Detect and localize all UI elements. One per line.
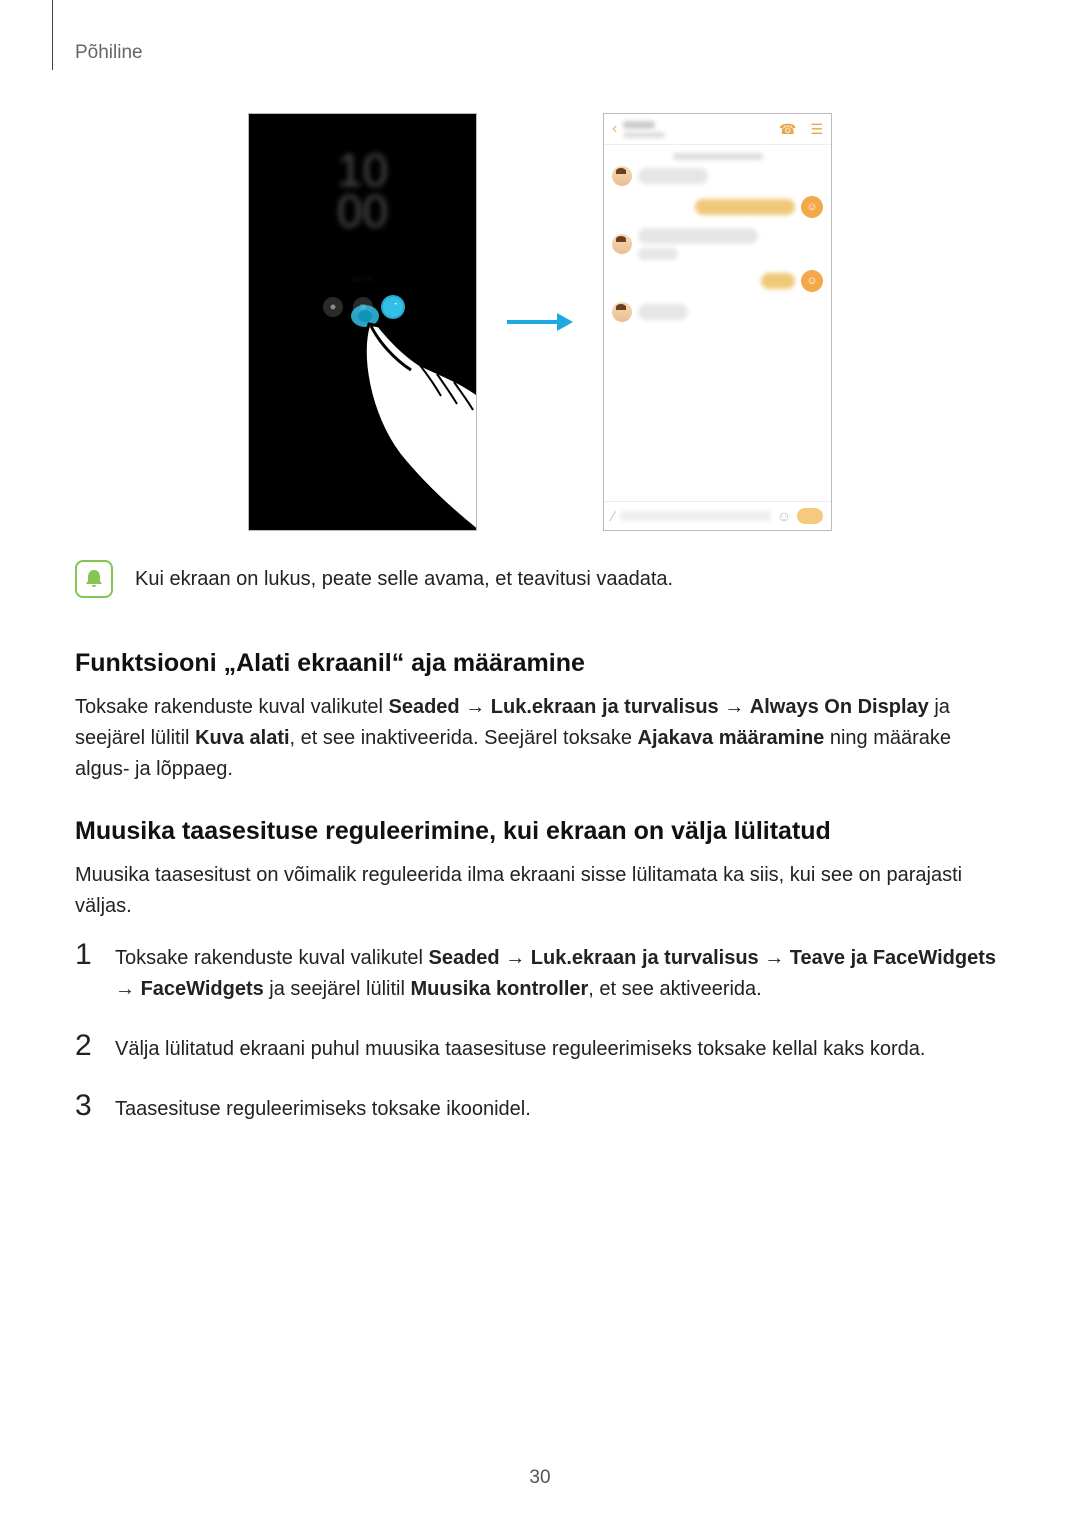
avatar [612,302,632,322]
input-placeholder [620,511,770,521]
message-in-3 [604,300,831,330]
note-text: Kui ekraan on lukus, peate selle avama, … [135,565,673,594]
message-out-1: ☺ [604,194,831,226]
step-number: 2 [75,1031,97,1065]
heading-music: Muusika taasesituse reguleerimine, kui e… [75,817,1005,846]
phone-chat: ‹ ☎ ☰ ☺ ☺ [603,113,832,531]
phone-lockscreen: 10 00 — — [248,113,477,531]
chat-date [604,153,831,160]
step-2: 2 Välja lülitatud ekraani puhul muusika … [75,1031,1005,1065]
aod-icon-1 [323,297,343,317]
bubble-in [638,304,688,320]
bubble-out [761,273,795,289]
tap-hand-illustration [349,304,477,531]
chat-header: ‹ ☎ ☰ [604,114,831,145]
note-bell-icon [75,560,113,598]
emoji-icon: ☺ [777,508,791,524]
step-body: Välja lülitatud ekraani puhul muusika ta… [115,1031,925,1065]
step-3: 3 Taasesituse reguleerimiseks toksake ik… [75,1091,1005,1125]
avatar [612,166,632,186]
clock-minutes: 00 [249,191,476,232]
message-in-1 [604,164,831,194]
call-icon: ☎ [779,121,796,138]
figure-row: 10 00 — — [0,113,1080,531]
aod-caption: — — [249,274,476,285]
page-number: 30 [0,1467,1080,1489]
note-row: Kui ekraan on lukus, peate selle avama, … [75,560,1005,598]
heading-schedule: Funktsiooni „Alati ekraanil“ aja määrami… [75,649,1005,678]
bubble-in [638,228,758,244]
send-button [797,508,823,524]
message-out-2: ☺ [604,268,831,300]
chat-input-bar: ∕ ☺ [604,501,831,530]
arrow-right-icon [505,311,575,333]
bubble-in [638,168,708,184]
step-1: 1 Toksake rakenduste kuval valikutel Sea… [75,940,1005,1005]
step-number: 1 [75,940,97,1005]
bubble-out [695,199,795,215]
para-schedule: Toksake rakenduste kuval valikutel Seade… [75,692,1005,785]
aod-clock: 10 00 [249,150,476,233]
bubble-in [638,248,678,260]
chat-title [623,121,655,129]
side-rule [52,0,53,70]
avatar [612,234,632,254]
attach-icon: ∕ [612,508,614,524]
avatar-out: ☺ [801,196,823,218]
back-chevron-icon: ‹ [612,120,617,138]
chat-subtitle [623,132,665,138]
section-schedule: Funktsiooni „Alati ekraanil“ aja määrami… [75,649,1005,785]
para-music: Muusika taasesitust on võimalik reguleer… [75,860,1005,922]
menu-icon: ☰ [810,121,823,138]
step-body: Taasesituse reguleerimiseks toksake ikoo… [115,1091,531,1125]
steps-list: 1 Toksake rakenduste kuval valikutel Sea… [75,940,1005,1151]
section-music: Muusika taasesituse reguleerimine, kui e… [75,817,1005,922]
section-header: Põhiline [75,42,143,64]
step-body: Toksake rakenduste kuval valikutel Seade… [115,940,1005,1005]
avatar-out: ☺ [801,270,823,292]
step-number: 3 [75,1091,97,1125]
message-in-2 [604,226,831,268]
